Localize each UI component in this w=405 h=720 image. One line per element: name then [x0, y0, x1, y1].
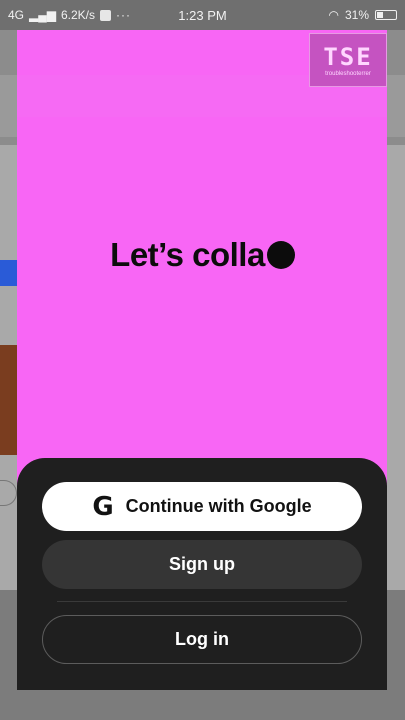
signal-icon: ▂▄▆ [29, 8, 56, 22]
network-type: 4G [8, 8, 25, 22]
hero-heading: Let’s colla [0, 236, 405, 274]
status-right: ◠ 31% [328, 8, 397, 22]
battery-percent: 31% [344, 8, 369, 22]
divider [57, 601, 347, 602]
watermark-logo-text: TSE [323, 43, 373, 71]
hero-heading-text: Let’s colla [110, 236, 265, 273]
background-food-image [0, 345, 17, 455]
watermark-logo: TSE troubleshooterrer [309, 33, 387, 87]
background-right-card [387, 145, 405, 590]
battery-icon [375, 10, 397, 20]
sign-up-button[interactable]: Sign up [42, 540, 362, 589]
notification-icon [100, 9, 112, 21]
sign-up-label: Sign up [169, 554, 235, 574]
google-icon: G [92, 491, 114, 522]
network-speed: 6.2K/s [60, 8, 96, 22]
more-notifications: ··· [116, 8, 132, 22]
status-left: 4G ▂▄▆ 6.2K/s ··· [8, 8, 131, 22]
wifi-icon: ◠ [328, 8, 339, 22]
google-button-label: Continue with Google [125, 496, 312, 516]
cursor-dot-icon [266, 241, 295, 269]
log-in-label: Log in [175, 629, 229, 649]
log-in-button[interactable]: Log in [42, 615, 362, 664]
status-bar: 4G ▂▄▆ 6.2K/s ··· 1:23 PM ◠ 31% [0, 0, 405, 30]
continue-with-google-button[interactable]: G Continue with Google [42, 482, 362, 531]
watermark-logo-subtext: troubleshooterrer [325, 71, 371, 77]
